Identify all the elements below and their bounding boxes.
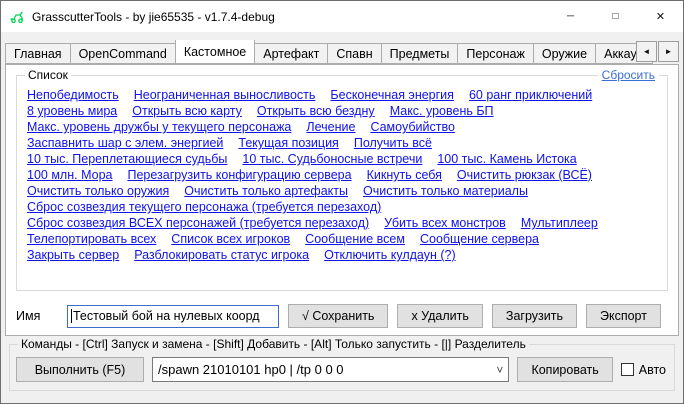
list-link[interactable]: Перезагрузить конфигурацию сервера <box>127 168 351 182</box>
tab-scroll-right-icon[interactable]: ► <box>658 41 679 62</box>
name-input-value: Тестовый бой на нулевых коорд <box>73 309 260 323</box>
auto-checkbox[interactable] <box>621 363 634 376</box>
list-link[interactable]: Убить всех монстров <box>384 216 506 230</box>
minimize-button[interactable]: ─ <box>548 1 593 32</box>
link-row: Сброс созвездия ВСЕХ персонажей (требует… <box>27 215 657 231</box>
tab-главная[interactable]: Главная <box>5 43 71 64</box>
list-link[interactable]: Самоубийство <box>370 120 454 134</box>
titlebar: GrasscutterTools - by jie65535 - v1.7.4-… <box>1 1 683 32</box>
list-group-title: Список <box>25 68 71 82</box>
export-button[interactable]: Экспорт <box>586 304 661 328</box>
list-link[interactable]: Телепортировать всех <box>27 232 156 246</box>
tab-page-custom: Список Сбросить Непобедимость Неограничен… <box>5 64 679 336</box>
link-row: Очистить только оружия Очистить только ар… <box>27 183 657 199</box>
name-input[interactable]: Тестовый бой на нулевых коорд <box>67 305 279 328</box>
list-link[interactable]: Кикнуть себя <box>367 168 442 182</box>
auto-checkbox-group: Авто <box>621 363 666 377</box>
window-title: GrasscutterTools - by jie65535 - v1.7.4-… <box>32 10 275 24</box>
link-row: Сброс созвездия текущего персонажа (треб… <box>27 199 657 215</box>
tab-спавн[interactable]: Спавн <box>327 43 381 64</box>
list-link[interactable]: Разблокировать статус игрока <box>134 248 309 262</box>
chevron-down-icon: ˅ <box>496 363 503 377</box>
auto-checkbox-label: Авто <box>639 363 666 377</box>
command-combobox[interactable]: /spawn 21010101 hp0 | /tp 0 0 0 ˅ <box>152 357 509 382</box>
list-link[interactable]: Сброс созвездия текущего персонажа (треб… <box>27 200 381 214</box>
list-link[interactable]: Открыть всю карту <box>132 104 242 118</box>
list-link[interactable]: Непобедимость <box>27 88 119 102</box>
link-row: Телепортировать всех Список всех игроков С… <box>27 231 657 247</box>
tab-артефакт[interactable]: Артефакт <box>254 43 328 64</box>
list-link[interactable]: Получить всё <box>354 136 432 150</box>
link-row: Заспавнить шар с элем. энергией Текущая п… <box>27 135 657 151</box>
app-icon <box>9 9 25 25</box>
copy-button[interactable]: Копировать <box>517 357 612 382</box>
list-link[interactable]: Бесконечная энергия <box>330 88 454 102</box>
tab-scroll-buttons: ◄ ► <box>636 41 679 62</box>
list-link[interactable]: Макс. уровень БП <box>390 104 494 118</box>
list-link[interactable]: Очистить только оружия <box>27 184 169 198</box>
link-row: 10 тыс. Переплетающиеся судьбы 10 тыс. Су… <box>27 151 657 167</box>
commands-groupbox: Команды - [Ctrl] Запуск и замена - [Shif… <box>9 344 675 391</box>
link-row: Непобедимость Неограниченная выносливость… <box>27 87 657 103</box>
list-link[interactable]: 8 уровень мира <box>27 104 117 118</box>
tab-strip: ГлавнаяOpenCommandКастомноеАртефактСпавн… <box>5 40 679 64</box>
list-link[interactable]: 100 млн. Мора <box>27 168 112 182</box>
command-combobox-value: /spawn 21010101 hp0 | /tp 0 0 0 <box>158 362 492 377</box>
list-link[interactable]: 10 тыс. Судьбоносные встречи <box>242 152 422 166</box>
list-link[interactable]: Текущая позиция <box>238 136 338 150</box>
list-link[interactable]: Заспавнить шар с элем. энергией <box>27 136 223 150</box>
tab-opencommand[interactable]: OpenCommand <box>70 43 176 64</box>
command-link-list: Непобедимость Неограниченная выносливость… <box>17 76 667 263</box>
tabs-container: ГлавнаяOpenCommandКастомноеАртефактСпавн… <box>5 40 679 64</box>
link-row: 8 уровень мира Открыть всю карту Открыть в… <box>27 103 657 119</box>
list-link[interactable]: Очистить только материалы <box>363 184 528 198</box>
list-link[interactable]: 10 тыс. Переплетающиеся судьбы <box>27 152 227 166</box>
link-row: Закрыть сервер Разблокировать статус игро… <box>27 247 657 263</box>
link-row: Макс. уровень дружбы у текущего персонаж… <box>27 119 657 135</box>
list-link[interactable]: Закрыть сервер <box>27 248 119 262</box>
list-link[interactable]: Открыть всю бездну <box>257 104 375 118</box>
close-button[interactable]: ✕ <box>638 1 683 32</box>
tab-оружие[interactable]: Оружие <box>533 43 596 64</box>
load-button[interactable]: Загрузить <box>492 304 577 328</box>
list-link[interactable]: Отключить кулдаун (?) <box>324 248 456 262</box>
name-label: Имя <box>16 309 58 323</box>
name-row: Имя Тестовый бой на нулевых коорд √ Сохр… <box>16 304 668 328</box>
link-row: 100 млн. Мора Перезагрузить конфигурацию … <box>27 167 657 183</box>
list-link[interactable]: 60 ранг приключений <box>469 88 592 102</box>
list-link[interactable]: Список всех игроков <box>171 232 290 246</box>
list-link[interactable]: Сброс созвездия ВСЕХ персонажей (требует… <box>27 216 369 230</box>
app-window: GrasscutterTools - by jie65535 - v1.7.4-… <box>0 0 684 404</box>
tab-персонаж[interactable]: Персонаж <box>457 43 533 64</box>
list-link[interactable]: Макс. уровень дружбы у текущего персонаж… <box>27 120 291 134</box>
commands-group-title: Команды - [Ctrl] Запуск и замена - [Shif… <box>18 337 529 351</box>
maximize-button[interactable]: □ <box>593 1 638 32</box>
list-link[interactable]: Неограниченная выносливость <box>134 88 316 102</box>
save-button[interactable]: √ Сохранить <box>288 304 388 328</box>
list-link[interactable]: Мультиплеер <box>521 216 598 230</box>
tab-кастомное[interactable]: Кастомное <box>175 40 255 64</box>
list-link[interactable]: Очистить рюкзак (ВСЁ) <box>457 168 592 182</box>
list-link[interactable]: Лечение <box>306 120 355 134</box>
list-link[interactable]: 100 тыс. Камень Истока <box>437 152 576 166</box>
tab-scroll-left-icon[interactable]: ◄ <box>636 41 657 62</box>
text-caret <box>71 309 72 323</box>
delete-button[interactable]: x Удалить <box>397 304 482 328</box>
list-groupbox: Список Сбросить НепобедимостьНеограничен… <box>16 75 668 291</box>
list-link[interactable]: Сообщение сервера <box>420 232 539 246</box>
tab-предметы[interactable]: Предметы <box>381 43 459 64</box>
window-controls: ─ □ ✕ <box>548 1 683 32</box>
reset-link[interactable]: Сбросить <box>598 68 659 82</box>
run-button[interactable]: Выполнить (F5) <box>16 357 144 382</box>
list-link[interactable]: Очистить только артефакты <box>184 184 348 198</box>
list-link[interactable]: Сообщение всем <box>305 232 405 246</box>
